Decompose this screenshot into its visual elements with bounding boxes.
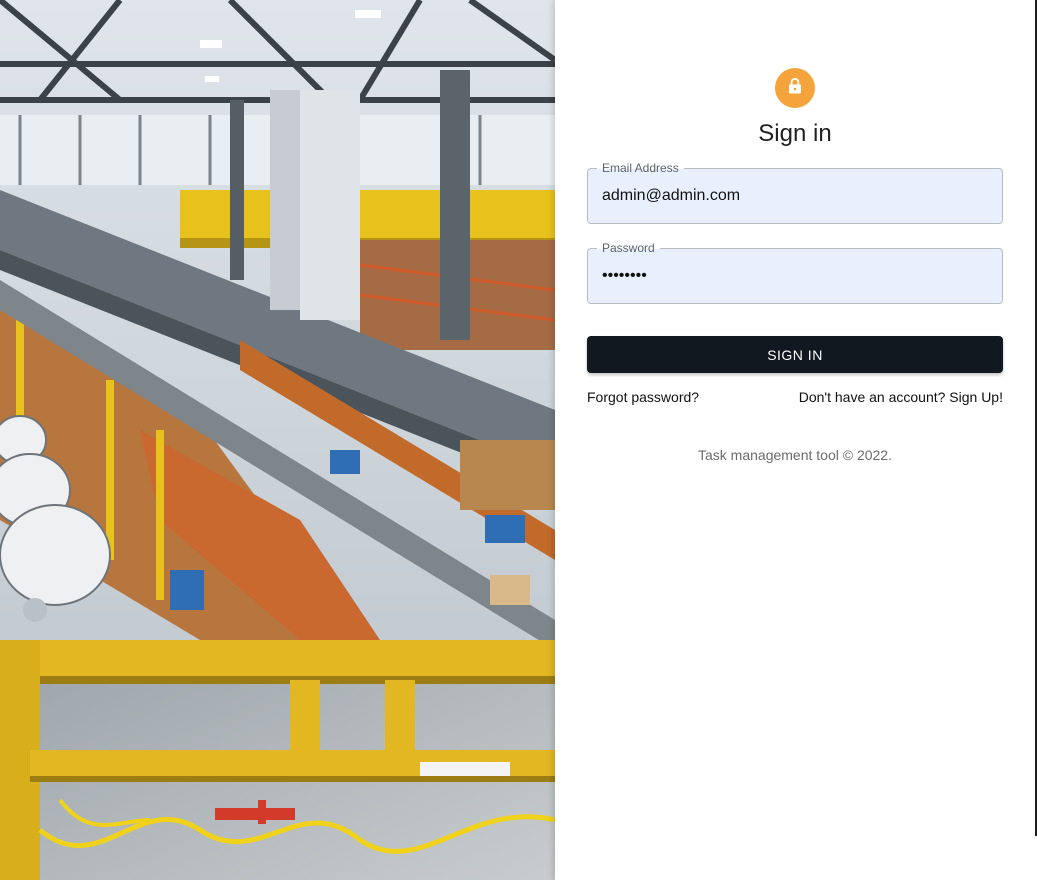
password-input[interactable] xyxy=(602,249,988,303)
forgot-password-link[interactable]: Forgot password? xyxy=(587,389,699,405)
warehouse-illustration xyxy=(0,0,555,880)
password-field[interactable]: Password xyxy=(587,240,1003,304)
copyright-text: Task management tool © 2022. xyxy=(698,447,892,463)
sign-in-button[interactable]: SIGN IN xyxy=(587,336,1003,373)
sign-up-link[interactable]: Don't have an account? Sign Up! xyxy=(799,389,1003,405)
email-field[interactable]: Email Address xyxy=(587,160,1003,224)
sign-in-page: Sign in Email Address Password SIGN IN F… xyxy=(0,0,1037,880)
lock-avatar xyxy=(775,68,815,108)
lock-icon xyxy=(785,76,805,101)
page-title: Sign in xyxy=(758,120,832,147)
sign-in-panel: Sign in Email Address Password SIGN IN F… xyxy=(555,0,1037,880)
warehouse-hero-image xyxy=(0,0,555,880)
email-input[interactable] xyxy=(602,169,988,223)
auth-links: Forgot password? Don't have an account? … xyxy=(587,389,1003,405)
sign-in-form: Sign in Email Address Password SIGN IN F… xyxy=(587,68,1003,463)
